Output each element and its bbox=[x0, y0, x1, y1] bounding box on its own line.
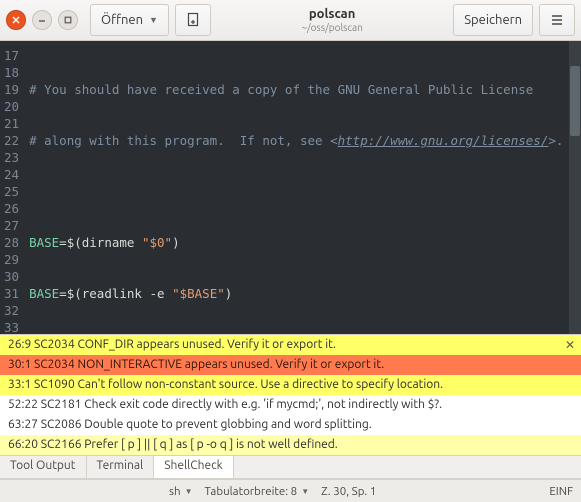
chevron-down-icon: ▼ bbox=[149, 15, 158, 25]
title-area: polscan ~/oss/polscan bbox=[217, 7, 447, 33]
tab-terminal[interactable]: Terminal bbox=[87, 456, 155, 478]
insert-mode[interactable]: EINF bbox=[549, 485, 573, 498]
code-line: BASE=$(dirname "$0") bbox=[29, 234, 581, 251]
warning-row[interactable]: 52:22 SC2181 Check exit code directly wi… bbox=[0, 395, 581, 415]
save-button[interactable]: Speichern bbox=[453, 4, 533, 36]
language-label: sh bbox=[169, 485, 181, 498]
line-number-gutter: 1718192021222324252627282930313233343536 bbox=[0, 41, 25, 334]
tab-width-selector[interactable]: Tabulatorbreite: 8 ▼ bbox=[204, 485, 309, 498]
vertical-scrollbar[interactable] bbox=[569, 41, 581, 334]
code-area[interactable]: # You should have received a copy of the… bbox=[25, 41, 581, 334]
warning-row[interactable]: 63:27 SC2086 Double quote to prevent glo… bbox=[0, 415, 581, 435]
new-document-button[interactable] bbox=[175, 4, 211, 36]
warning-row[interactable]: 66:20 SC2166 Prefer [ p ] || [ q ] as [ … bbox=[0, 435, 581, 455]
language-selector[interactable]: sh ▼ bbox=[169, 485, 192, 498]
document-path: ~/oss/polscan bbox=[217, 22, 447, 34]
chevron-down-icon: ▼ bbox=[301, 487, 309, 496]
close-window-button[interactable] bbox=[6, 10, 26, 30]
warning-row[interactable]: 30:1 SC2034 NON_INTERACTIVE appears unus… bbox=[0, 355, 581, 375]
bottom-tabs: Tool Output Terminal ShellCheck bbox=[0, 455, 581, 479]
tab-width-label: Tabulatorbreite: 8 bbox=[204, 485, 297, 498]
open-button[interactable]: Öffnen ▼ bbox=[90, 4, 169, 36]
warning-row[interactable]: 33:1 SC1090 Can't follow non-constant so… bbox=[0, 375, 581, 395]
minimize-window-button[interactable] bbox=[32, 10, 52, 30]
warning-row[interactable]: 26:9 SC2034 CONF_DIR appears unused. Ver… bbox=[0, 335, 581, 355]
open-button-label: Öffnen bbox=[101, 13, 143, 27]
close-icon[interactable]: ✕ bbox=[565, 338, 575, 352]
scrollbar-thumb[interactable] bbox=[570, 66, 580, 136]
tab-shellcheck[interactable]: ShellCheck bbox=[154, 455, 234, 478]
titlebar: Öffnen ▼ polscan ~/oss/polscan Speichern bbox=[0, 0, 581, 41]
cursor-position[interactable]: Z. 30, Sp. 1 bbox=[321, 485, 376, 498]
chevron-down-icon: ▼ bbox=[185, 487, 193, 496]
new-document-icon bbox=[185, 12, 201, 28]
shellcheck-panel: ✕ 26:9 SC2034 CONF_DIR appears unused. V… bbox=[0, 334, 581, 455]
hamburger-menu-button[interactable] bbox=[539, 4, 575, 36]
code-editor[interactable]: 1718192021222324252627282930313233343536… bbox=[0, 41, 581, 334]
code-line: # You should have received a copy of the… bbox=[29, 81, 581, 98]
status-bar: sh ▼ Tabulatorbreite: 8 ▼ Z. 30, Sp. 1 E… bbox=[0, 479, 581, 502]
code-line: # along with this program. If not, see <… bbox=[29, 132, 581, 149]
hamburger-icon bbox=[550, 13, 564, 27]
window-controls bbox=[6, 10, 78, 30]
maximize-window-button[interactable] bbox=[58, 10, 78, 30]
tab-tool-output[interactable]: Tool Output bbox=[0, 456, 87, 478]
code-line bbox=[29, 183, 581, 200]
code-line: BASE=$(readlink -e "$BASE") bbox=[29, 285, 581, 302]
save-button-label: Speichern bbox=[464, 13, 522, 27]
document-title: polscan bbox=[217, 7, 447, 22]
